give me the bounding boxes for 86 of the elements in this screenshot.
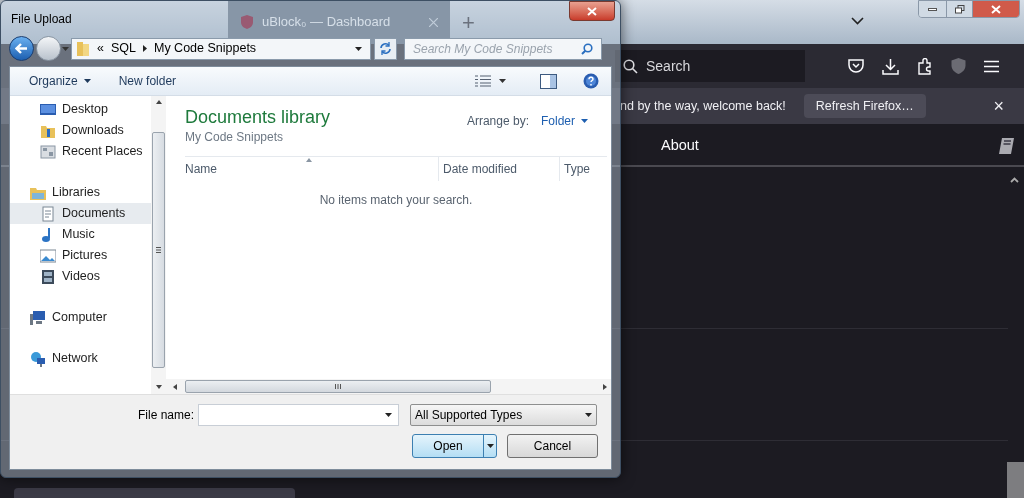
close-icon [587,6,597,16]
restore-icon [954,4,965,14]
search-icon [623,58,638,74]
nav-link[interactable]: About [661,134,699,157]
scroll-right-icon[interactable] [603,383,607,390]
open-button[interactable]: Open [412,434,497,458]
view-list-icon[interactable] [475,75,491,87]
close-button[interactable]: × [993,97,1004,115]
minimize-button[interactable] [919,1,946,17]
monitor-icon [40,101,56,118]
caret-up-icon[interactable] [1010,177,1019,183]
split-caret-icon [486,444,494,448]
file-name-label: File name: [138,407,196,424]
puzzle-icon[interactable] [917,57,933,75]
horizontal-scrollbar[interactable] [166,379,611,394]
nav-pane-item[interactable]: Downloads [10,120,151,141]
refresh-button[interactable] [374,37,397,60]
nav-pane-item[interactable]: Libraries [10,182,151,203]
dropdown-caret-icon [385,413,392,417]
arrange-label: Arrange by: [466,113,529,130]
computer-icon [30,309,46,326]
shield-icon [240,15,254,29]
nav-pane-item[interactable]: Desktop [10,99,151,120]
nav-pane-item[interactable]: Music [10,224,151,245]
picture-icon [40,247,56,264]
empty-message: No items match your search. [319,193,473,207]
refresh-button[interactable]: Refresh Firefox… [803,94,926,118]
file-name-field[interactable] [198,404,399,426]
scroll-down-icon[interactable] [155,385,162,389]
nav-pane-item[interactable]: Documents [10,203,151,224]
column-header[interactable]: Date modified [438,157,559,181]
download-icon[interactable] [882,57,899,75]
grip-icon [156,247,161,253]
arrow-left-icon [15,43,28,54]
notification-message: nd by the way, welcome back! [620,97,786,115]
breadcrumb-arrow-icon[interactable] [142,45,147,52]
help-icon[interactable] [583,73,599,89]
search-icon [581,42,593,55]
search-field[interactable]: Search [615,50,805,82]
nav-pane-item[interactable]: Computer [10,307,151,328]
overflow-marker[interactable]: « [97,39,104,58]
recent-places-icon [40,143,56,160]
scrollbar-thumb[interactable] [1007,462,1024,498]
nav-pane-item[interactable]: Network [10,348,151,369]
pocket-icon[interactable] [848,58,864,74]
grip-icon [335,384,341,389]
close-button[interactable] [569,1,615,21]
library-title: Documents library [185,106,331,128]
sort-arrow-icon [306,158,313,162]
scrollbar-thumb[interactable] [152,132,165,368]
column-header[interactable]: Type [559,157,607,181]
cancel-button[interactable]: Cancel [507,434,598,458]
dropdown-caret-icon [355,46,362,51]
document-icon [40,205,56,222]
scrollbar-thumb[interactable] [185,380,491,393]
file-type-select[interactable]: All Supported Types [410,404,597,426]
breadcrumb-item[interactable]: SQL [110,39,136,58]
nav-pane-item[interactable]: Pictures [10,245,151,266]
scroll-left-icon[interactable] [173,383,177,390]
menu-icon[interactable] [984,59,999,73]
arrange-dropdown[interactable]: Folder [541,112,588,130]
preview-pane-icon[interactable] [540,73,557,89]
nav-pane-item[interactable]: Videos [10,266,151,287]
close-icon [991,4,1001,14]
nav-pane-item[interactable]: Recent Places [10,141,151,162]
address-bar[interactable]: « SQL My Code Snippets [71,37,371,60]
refresh-icon [379,42,392,55]
network-icon [30,350,46,367]
window-title: File Upload [11,11,72,28]
close-button[interactable] [972,1,1019,17]
chevron-down-icon[interactable] [851,17,864,25]
vertical-scrollbar[interactable] [151,96,166,394]
library-subtitle: My Code Snippets [185,129,285,146]
view-caret-icon [499,79,506,83]
book-icon[interactable] [997,136,1015,155]
restore-button[interactable] [946,1,972,17]
scroll-up-icon[interactable] [155,100,162,104]
dropdown-caret-icon [585,413,592,417]
caret-icon [581,119,588,123]
shield-icon[interactable] [951,58,966,74]
column-header[interactable]: Name [185,157,438,181]
toolbar-button[interactable]: New folder [118,72,177,90]
folder-icon [76,40,90,57]
caret-icon [83,79,91,83]
film-icon [40,268,56,285]
toolbar-button[interactable]: Organize [29,72,91,90]
